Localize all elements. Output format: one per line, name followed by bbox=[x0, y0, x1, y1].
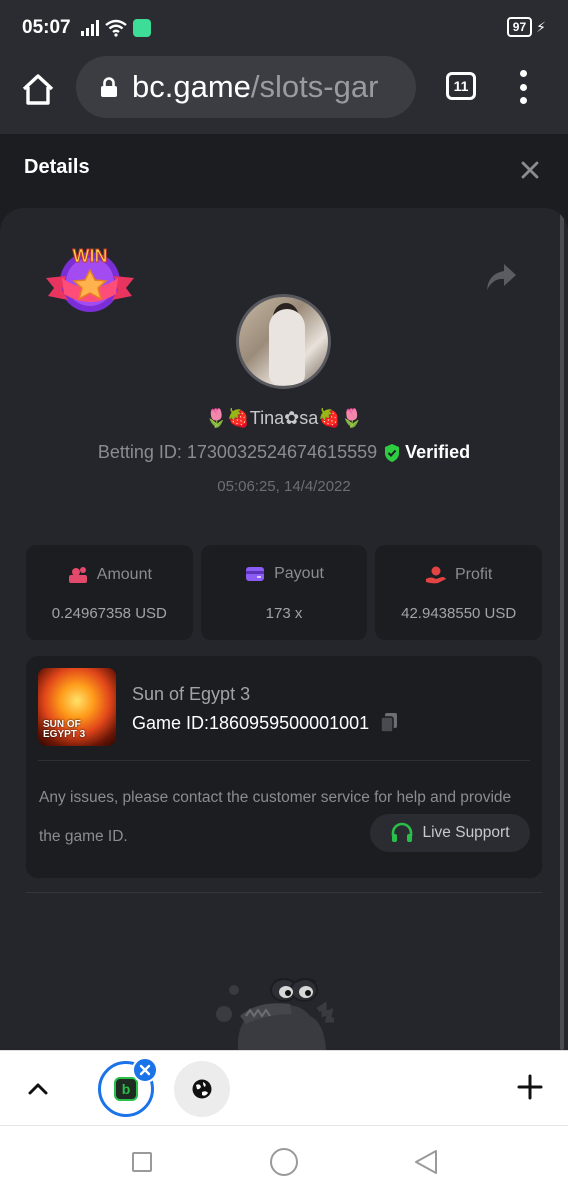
tab-switcher-button[interactable]: 11 bbox=[446, 72, 476, 100]
back-icon[interactable] bbox=[412, 1148, 440, 1176]
modal-title: Details bbox=[24, 156, 90, 178]
modal-header: Details bbox=[0, 134, 568, 208]
overflow-menu-icon[interactable] bbox=[514, 70, 532, 104]
status-icons bbox=[80, 19, 151, 37]
bet-details-panel: WIN 🌷🍓Tina✿sa🍓🌷 Betting ID: 173003252467… bbox=[0, 208, 568, 1050]
wifi-icon bbox=[104, 19, 127, 37]
game-thumbnail[interactable]: SUN OF EGYPT 3 bbox=[38, 668, 116, 746]
section-divider bbox=[26, 892, 542, 893]
game-card: SUN OF EGYPT 3 Sun of Egypt 3 Game ID:186… bbox=[26, 656, 542, 878]
stat-amount-label: Amount bbox=[96, 566, 152, 583]
stat-profit-label: Profit bbox=[455, 566, 493, 583]
charging-icon: ⚡ bbox=[536, 18, 546, 35]
stat-payout-label: Payout bbox=[274, 565, 324, 582]
avatar bbox=[236, 294, 331, 389]
verified-label: Verified bbox=[405, 442, 471, 462]
status-bar: 05:07 97 ⚡ bbox=[0, 0, 568, 56]
scrollbar[interactable] bbox=[560, 208, 564, 1050]
username: 🌷🍓Tina✿sa🍓🌷 bbox=[204, 408, 364, 428]
headset-icon bbox=[392, 822, 413, 842]
bcgame-logo-icon: b bbox=[114, 1077, 138, 1101]
share-icon[interactable] bbox=[484, 262, 518, 292]
url-host: bc.game bbox=[132, 69, 251, 104]
close-icon[interactable] bbox=[518, 158, 542, 182]
game-name[interactable]: Sun of Egypt 3 bbox=[132, 684, 250, 705]
stat-payout: Payout 173 x bbox=[200, 545, 368, 640]
recents-icon[interactable] bbox=[132, 1152, 152, 1172]
tab-globe[interactable] bbox=[174, 1061, 230, 1117]
stat-payout-value: 173 x bbox=[265, 605, 303, 622]
hand-coin-icon bbox=[426, 566, 446, 584]
close-tab-icon[interactable] bbox=[132, 1057, 158, 1083]
live-support-button[interactable]: Live Support bbox=[370, 814, 530, 852]
betting-id-row: Betting ID: 1730032524674615559 Verified bbox=[0, 442, 568, 463]
home-nav-icon[interactable] bbox=[270, 1148, 298, 1176]
url-path: /slots-gar bbox=[250, 69, 379, 104]
new-tab-icon[interactable] bbox=[516, 1073, 544, 1101]
bottom-tab-bar: b bbox=[0, 1050, 568, 1125]
stat-amount: Amount 0.24967358 USD bbox=[26, 545, 193, 640]
battery-indicator: 97 ⚡ bbox=[506, 17, 546, 37]
signal-icon bbox=[80, 20, 99, 36]
stat-profit: Profit 42.9438550 USD bbox=[375, 545, 543, 640]
status-time: 05:07 bbox=[22, 17, 71, 38]
bet-stats: Amount 0.24967358 USD Payout 173 x Profi… bbox=[26, 545, 543, 640]
battery-level: 97 bbox=[506, 17, 533, 37]
bet-timestamp: 05:06:25, 14/4/2022 bbox=[217, 478, 351, 495]
card-divider bbox=[38, 760, 530, 761]
live-support-label: Live Support bbox=[422, 824, 510, 841]
stat-profit-value: 42.9438550 USD bbox=[401, 605, 517, 622]
stat-amount-value: 0.24967358 USD bbox=[51, 605, 167, 622]
browser-toolbar: bc.game/slots-gar 11 bbox=[0, 56, 568, 134]
wallet-icon bbox=[246, 567, 265, 581]
svg-text:WIN: WIN bbox=[73, 246, 108, 266]
system-navigation-bar bbox=[0, 1125, 568, 1200]
app-notification-icon bbox=[132, 19, 151, 37]
win-badge-icon: WIN bbox=[46, 246, 134, 312]
tab-count: 11 bbox=[453, 78, 469, 94]
verified-badge: Verified bbox=[383, 442, 470, 463]
address-bar[interactable]: bc.game/slots-gar bbox=[76, 56, 416, 118]
chevron-up-icon[interactable] bbox=[24, 1075, 52, 1103]
coins-icon bbox=[68, 567, 87, 583]
game-id-row: Game ID:1860959500001001 bbox=[132, 712, 399, 734]
thumb-label-2: EGYPT 3 bbox=[43, 729, 86, 740]
lock-icon bbox=[101, 77, 117, 97]
betting-id: Betting ID: 1730032524674615559 bbox=[97, 442, 378, 462]
globe-icon bbox=[192, 1079, 212, 1099]
game-id: Game ID:1860959500001001 bbox=[132, 712, 370, 733]
shield-check-icon bbox=[385, 443, 400, 462]
home-icon[interactable] bbox=[20, 72, 56, 108]
crocodile-mascot-icon bbox=[216, 978, 334, 1050]
copy-icon[interactable] bbox=[379, 712, 399, 734]
